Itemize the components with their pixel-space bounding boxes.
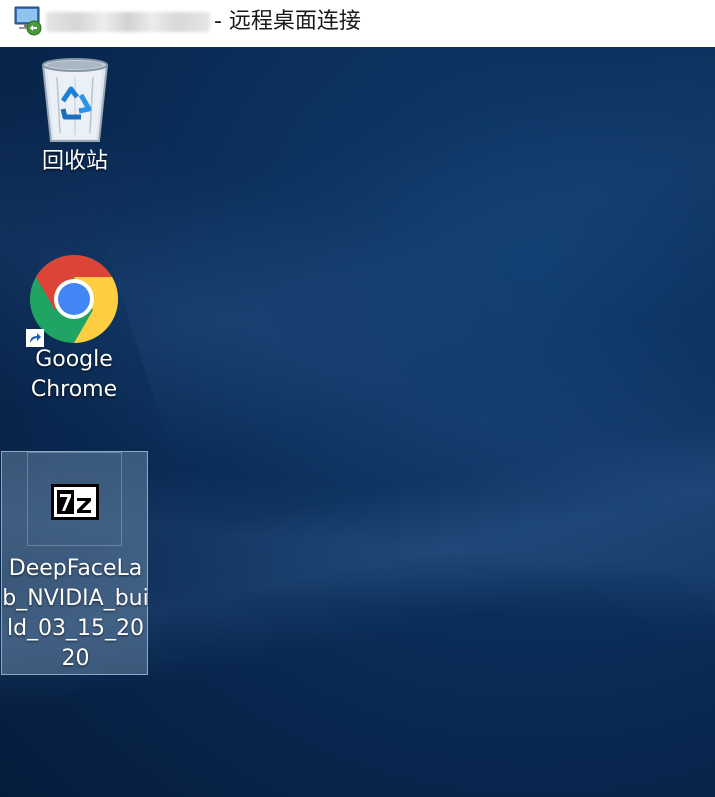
- desktop-icon-deepfacelab-archive[interactable]: DeepFaceLab_NVIDIA_build_03_15_2020: [1, 451, 149, 675]
- desktop-icon-google-chrome[interactable]: Google Chrome: [14, 253, 134, 405]
- title-bar[interactable]: - 远程桌面连接: [0, 0, 715, 47]
- shortcut-arrow-icon: [26, 329, 44, 347]
- recycle-bin-icon: [41, 58, 109, 142]
- remote-desktop-window: - 远程桌面连接 回收站 Google Chrome DeepFaceLab_N…: [0, 0, 715, 797]
- chrome-label: Google Chrome: [30, 347, 118, 402]
- desktop[interactable]: 回收站 Google Chrome DeepFaceLab_NVIDIA_bui…: [0, 47, 715, 797]
- redacted-hostname: [46, 12, 210, 32]
- remote-desktop-icon: [14, 6, 42, 36]
- 7zip-archive-icon: [51, 484, 99, 520]
- window-title: - 远程桌面连接: [214, 9, 361, 34]
- deepfacelab-archive-label: DeepFaceLab_NVIDIA_build_03_15_2020: [2, 556, 149, 671]
- recycle-bin-label: 回收站: [41, 149, 108, 174]
- desktop-icon-recycle-bin[interactable]: 回收站: [20, 55, 130, 177]
